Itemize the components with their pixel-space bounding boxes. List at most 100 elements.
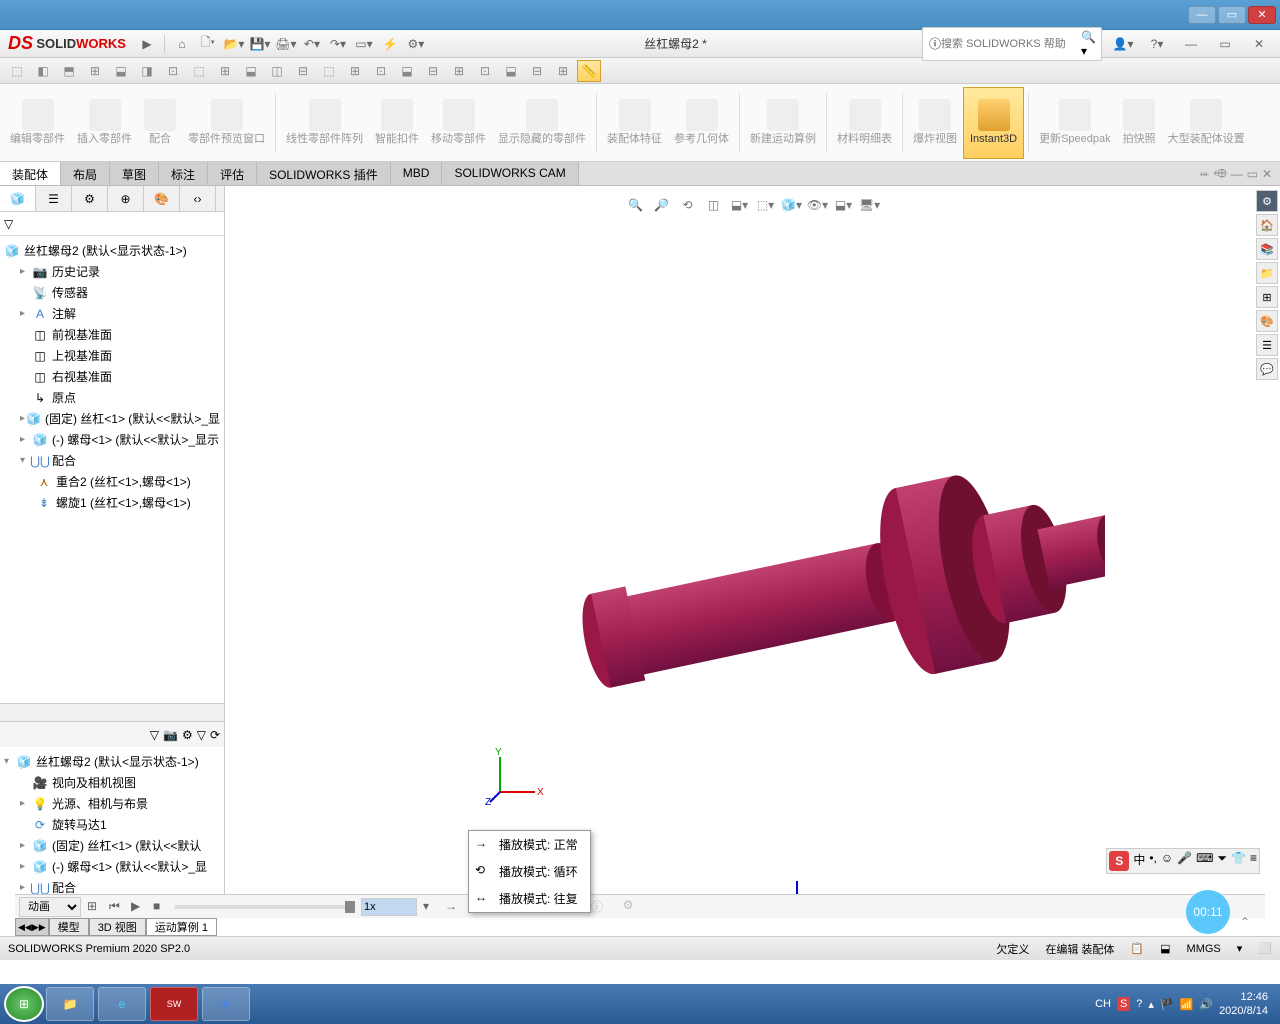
menu-expand-icon[interactable]: ▶ — [136, 33, 158, 55]
tb-btn-17[interactable]: ⊟ — [421, 60, 445, 82]
ribbon-ref-geometry[interactable]: 参考几何体 — [668, 87, 735, 159]
search-box[interactable]: ⓘ 🔍▾ — [922, 27, 1102, 61]
recording-indicator[interactable]: 00:11 — [1186, 890, 1230, 934]
tb-btn-18[interactable]: ⊞ — [447, 60, 471, 82]
motion-filter-icon[interactable]: ▽ — [150, 728, 159, 742]
home-icon[interactable]: ⌂ — [171, 33, 193, 55]
tp-resources-icon[interactable]: ⚙ — [1256, 190, 1278, 212]
status-dropdown-icon[interactable]: ▾ — [1237, 942, 1243, 955]
tp-appearance-icon[interactable]: 🎨 — [1256, 310, 1278, 332]
3d-viewport[interactable]: 🔍 🔎 ⟲ ◫ ⬓▾ ⬚▾ 🧊▾ 👁▾ ⬓▾ 🖥▾ ⚙ 🏠 📚 📁 ⊞ 🎨 ☰ … — [225, 186, 1280, 907]
ribbon-bom[interactable]: 材料明细表 — [831, 87, 898, 159]
sogou-icon[interactable]: S — [1109, 851, 1129, 871]
prev-view-icon[interactable]: ⟲ — [677, 194, 699, 216]
pane-min-icon[interactable]: — — [1231, 167, 1243, 181]
tree-mate-coincident[interactable]: ⋏重合2 (丝杠<1>,螺母<1>) — [4, 471, 220, 492]
task-explorer[interactable]: 📁 — [46, 987, 94, 1021]
btab-3dview[interactable]: 3D 视图 — [89, 918, 146, 936]
pb-tool-7[interactable]: ⓘ — [591, 898, 603, 915]
display-style-icon[interactable]: ⬚▾ — [755, 194, 777, 216]
ime-skin[interactable]: 👕 — [1231, 851, 1246, 871]
tab-cam[interactable]: SOLIDWORKS CAM — [442, 162, 578, 185]
tab-mbd[interactable]: MBD — [391, 162, 443, 185]
tree-mates[interactable]: ▾⋃⋃配合 — [4, 450, 220, 471]
filter-row[interactable]: ▽ — [0, 212, 224, 236]
tree-mate-screw[interactable]: ⇟螺旋1 (丝杠<1>,螺母<1>) — [4, 492, 220, 513]
print-icon[interactable]: 🖨▾ — [275, 33, 297, 55]
tb-btn-2[interactable]: ◧ — [31, 60, 55, 82]
ribbon-large-assembly[interactable]: 大型装配体设置 — [1162, 87, 1251, 159]
pane-max-icon[interactable]: ▭ — [1247, 167, 1258, 181]
task-solidworks[interactable]: SW — [150, 987, 198, 1021]
ime-menu[interactable]: ≡ — [1250, 851, 1257, 871]
tab-addins[interactable]: SOLIDWORKS 插件 — [257, 162, 391, 185]
zoom-fit-icon[interactable]: 🔍 — [625, 194, 647, 216]
tree-sensors[interactable]: 📡传感器 — [4, 282, 220, 303]
search-input[interactable] — [941, 38, 1081, 50]
tb-btn-19[interactable]: ⊡ — [473, 60, 497, 82]
ime-keyboard[interactable]: ⌨ — [1196, 851, 1213, 871]
window-maximize-button[interactable]: ▭ — [1218, 6, 1246, 24]
tb-btn-15[interactable]: ⊡ — [369, 60, 393, 82]
stop-icon[interactable]: ■ — [153, 899, 169, 915]
status-icon1[interactable]: 📋 — [1130, 942, 1144, 955]
status-units[interactable]: MMGS — [1187, 943, 1221, 955]
tree-right-plane[interactable]: ◫右视基准面 — [4, 366, 220, 387]
tray-net-icon[interactable]: 📶 — [1180, 998, 1194, 1011]
ribbon-linear-pattern[interactable]: 线性零部件阵列 — [280, 87, 369, 159]
collapse-icon[interactable]: ⌃ — [1240, 915, 1250, 929]
view-orient-icon[interactable]: ⬓▾ — [729, 194, 751, 216]
pane-close-icon[interactable]: ✕ — [1262, 167, 1272, 181]
hide-show-icon[interactable]: 🧊▾ — [781, 194, 803, 216]
zoom-area-icon[interactable]: 🔎 — [651, 194, 673, 216]
user-icon[interactable]: 👤▾ — [1112, 33, 1134, 55]
select-icon[interactable]: ▭▾ — [353, 33, 375, 55]
tb-btn-3[interactable]: ⬒ — [57, 60, 81, 82]
pane-prev-icon[interactable]: ⬰ — [1200, 166, 1210, 181]
tree-scrollbar[interactable] — [0, 703, 224, 721]
view-settings-icon[interactable]: 🖥▾ — [859, 194, 881, 216]
status-max-icon[interactable]: ⬜ — [1258, 942, 1272, 955]
tray-help-icon[interactable]: ? — [1136, 998, 1142, 1010]
tab-evaluate[interactable]: 评估 — [208, 162, 257, 185]
tb-btn-4[interactable]: ⊞ — [83, 60, 107, 82]
play-icon[interactable]: ▶ — [131, 899, 147, 915]
undo-icon[interactable]: ↶▾ — [301, 33, 323, 55]
play-mode-loop[interactable]: ⟲播放模式: 循环 — [469, 858, 590, 885]
ribbon-new-motion[interactable]: 新建运动算例 — [744, 87, 822, 159]
mtree-part1[interactable]: ▸🧊(固定) 丝杠<1> (默认<<默认 — [4, 835, 220, 856]
fm-tab-property[interactable]: ☰ — [36, 186, 72, 211]
ime-punct[interactable]: •, — [1149, 851, 1157, 871]
help-icon[interactable]: ?▾ — [1146, 33, 1168, 55]
scene-icon[interactable]: ⬓▾ — [833, 194, 855, 216]
tree-part2[interactable]: ▸🧊(-) 螺母<1> (默认<<默认>_显示 — [4, 429, 220, 450]
section-icon[interactable]: ◫ — [703, 194, 725, 216]
motion-tool4-icon[interactable]: ⟳ — [210, 728, 220, 742]
mtree-root[interactable]: ▾🧊丝杠螺母2 (默认<显示状态-1>) — [4, 751, 220, 772]
pane-next-icon[interactable]: ⬲ — [1213, 166, 1226, 181]
open-icon[interactable]: 📂▾ — [223, 33, 245, 55]
tb-btn-5[interactable]: ⬓ — [109, 60, 133, 82]
task-app[interactable]: Ⓚ — [202, 987, 250, 1021]
tab-assembly[interactable]: 装配体 — [0, 162, 61, 185]
tb-btn-11[interactable]: ◫ — [265, 60, 289, 82]
motion-type-select[interactable]: 动画 — [19, 897, 81, 917]
tree-top-plane[interactable]: ◫上视基准面 — [4, 345, 220, 366]
tree-part1[interactable]: ▸🧊(固定) 丝杠<1> (默认<<默认>_显 — [4, 408, 220, 429]
search-icon[interactable]: 🔍▾ — [1081, 30, 1096, 58]
tb-btn-16[interactable]: ⬓ — [395, 60, 419, 82]
ribbon-preview[interactable]: 零部件预览窗口 — [182, 87, 271, 159]
new-icon[interactable]: 🗋▾ — [197, 33, 219, 55]
task-ie[interactable]: e — [98, 987, 146, 1021]
tab-annotate[interactable]: 标注 — [159, 162, 208, 185]
tabnav[interactable]: ◀◀▶▶ — [15, 918, 49, 936]
window-close-button[interactable]: ✕ — [1248, 6, 1276, 24]
ribbon-mate[interactable]: 配合 — [138, 87, 182, 159]
fm-tab-feature[interactable]: 🧊 — [0, 186, 36, 211]
inner-minimize-icon[interactable]: — — [1180, 33, 1202, 55]
tb-btn-22[interactable]: ⊞ — [551, 60, 575, 82]
ribbon-speedpak[interactable]: 更新Speedpak — [1033, 87, 1117, 159]
inner-close-icon[interactable]: ✕ — [1248, 33, 1270, 55]
ribbon-assembly-feature[interactable]: 装配体特征 — [601, 87, 668, 159]
motion-tool1-icon[interactable]: 📷 — [163, 728, 178, 742]
